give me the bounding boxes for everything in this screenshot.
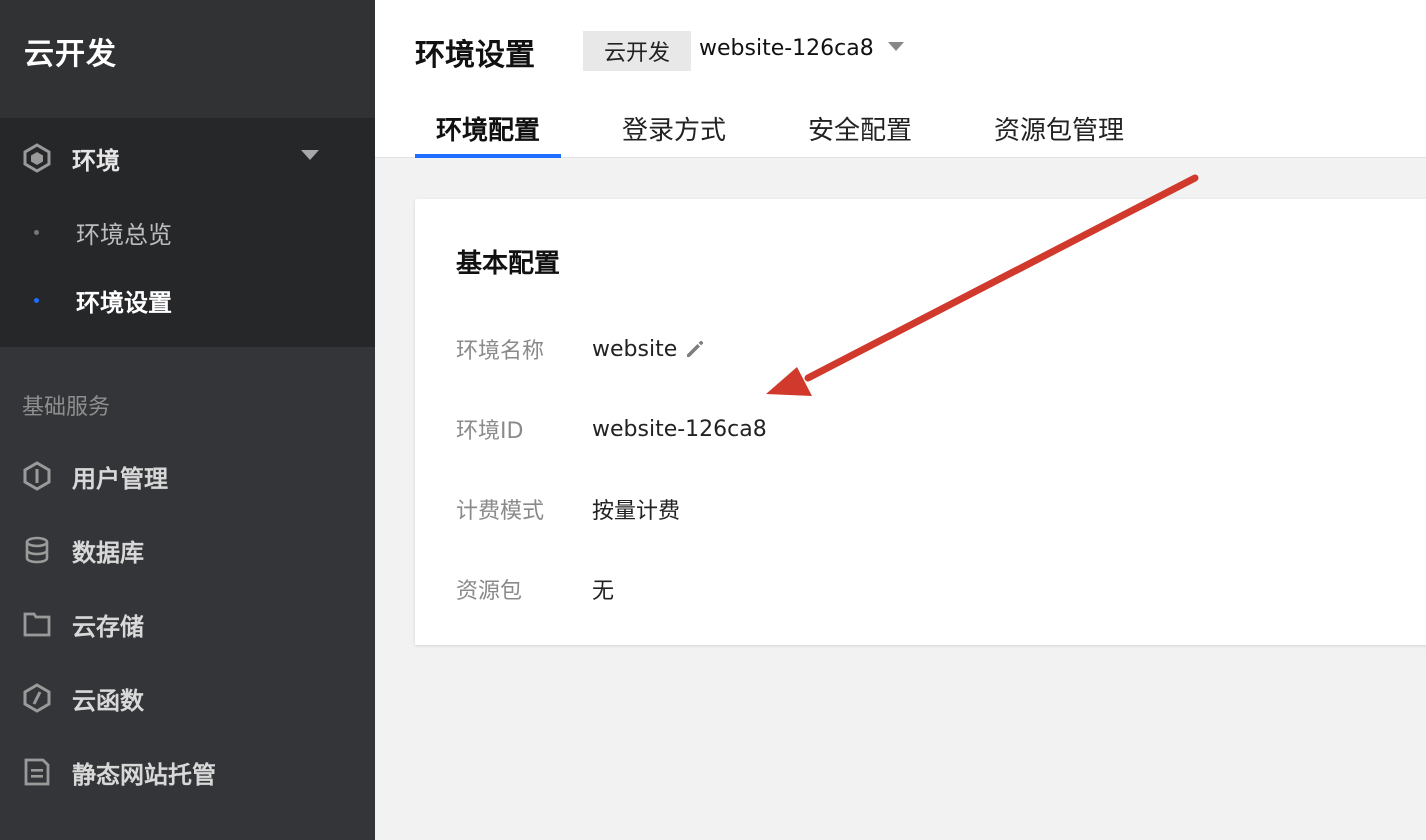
sidebar-item-label: 静态网站托管 bbox=[72, 760, 216, 789]
sidebar-item-database[interactable]: 数据库 bbox=[0, 513, 375, 587]
chevron-down-icon[interactable] bbox=[301, 150, 319, 160]
field-value: website bbox=[592, 336, 678, 362]
page-title: 环境设置 bbox=[415, 38, 535, 73]
sidebar-item-label: 云函数 bbox=[72, 686, 144, 715]
sidebar-item-env-settings[interactable]: 环境设置 bbox=[0, 266, 375, 334]
sidebar: 云开发 环境 环境总览 环境设置 基础服务 用户管理 数据库 云存储 云函数 静… bbox=[0, 0, 375, 840]
config-row-env-id: 环境ID website-126ca8 bbox=[456, 413, 767, 445]
config-row-resource-package: 资源包 无 bbox=[456, 573, 614, 605]
sidebar-item-cloud-storage[interactable]: 云存储 bbox=[0, 587, 375, 661]
user-management-icon bbox=[22, 461, 52, 491]
brand-title: 云开发 bbox=[24, 37, 117, 72]
sidebar-item-label: 云存储 bbox=[72, 612, 144, 641]
pencil-icon[interactable] bbox=[683, 337, 707, 361]
chevron-down-icon bbox=[887, 42, 904, 51]
field-value: 按量计费 bbox=[592, 499, 681, 524]
sidebar-item-static-hosting[interactable]: 静态网站托管 bbox=[0, 735, 375, 809]
config-row-env-name: 环境名称 website bbox=[456, 333, 707, 365]
hexagon-icon bbox=[22, 143, 52, 173]
field-label: 环境名称 bbox=[456, 339, 545, 364]
tab-env-config[interactable]: 环境配置 bbox=[415, 110, 562, 158]
sidebar-item-label: 数据库 bbox=[72, 538, 144, 567]
env-selector-value: website-126ca8 bbox=[699, 36, 874, 61]
card-title: 基本配置 bbox=[456, 249, 561, 279]
bullet-dot bbox=[34, 229, 39, 235]
env-selector[interactable]: website-126ca8 bbox=[699, 36, 904, 61]
field-label: 环境ID bbox=[456, 419, 524, 444]
static-site-icon bbox=[22, 757, 52, 787]
tab-bar: 环境配置 登录方式 安全配置 资源包管理 bbox=[415, 110, 1185, 158]
field-label: 资源包 bbox=[456, 579, 523, 604]
sidebar-item-label: 用户管理 bbox=[72, 464, 168, 493]
sidebar-item-user-management[interactable]: 用户管理 bbox=[0, 439, 375, 513]
config-row-billing-mode: 计费模式 按量计费 bbox=[456, 493, 680, 525]
sidebar-item-label: 环境设置 bbox=[76, 288, 172, 317]
env-tag: 云开发 bbox=[583, 31, 691, 71]
field-label: 计费模式 bbox=[456, 499, 545, 524]
sidebar-item-cloud-function[interactable]: 云函数 bbox=[0, 661, 375, 735]
page-header: 环境设置 云开发 website-126ca8 环境配置 登录方式 安全配置 资… bbox=[375, 0, 1426, 158]
basic-config-card: 基本配置 环境名称 website 环境ID website-126ca8 计费… bbox=[415, 199, 1426, 645]
env-group: 环境 环境总览 环境设置 bbox=[0, 118, 375, 347]
sidebar-item-label: 环境总览 bbox=[76, 220, 172, 249]
section-label: 基础服务 bbox=[22, 395, 111, 420]
database-icon bbox=[22, 535, 52, 565]
tab-resource-package[interactable]: 资源包管理 bbox=[973, 110, 1145, 158]
sidebar-item-env-overview[interactable]: 环境总览 bbox=[0, 198, 375, 266]
bullet-dot bbox=[34, 297, 39, 303]
sidebar-item-label: 环境 bbox=[72, 146, 120, 175]
folder-icon bbox=[22, 609, 52, 639]
sidebar-item-env[interactable]: 环境 bbox=[0, 118, 375, 198]
tab-security-config[interactable]: 安全配置 bbox=[787, 110, 933, 158]
function-icon bbox=[22, 683, 52, 713]
sidebar-header: 云开发 bbox=[0, 0, 375, 118]
tab-login-method[interactable]: 登录方式 bbox=[601, 110, 747, 158]
field-value: 无 bbox=[592, 579, 615, 604]
main-content: 环境设置 云开发 website-126ca8 环境配置 登录方式 安全配置 资… bbox=[375, 0, 1426, 840]
field-value: website-126ca8 bbox=[592, 416, 767, 442]
